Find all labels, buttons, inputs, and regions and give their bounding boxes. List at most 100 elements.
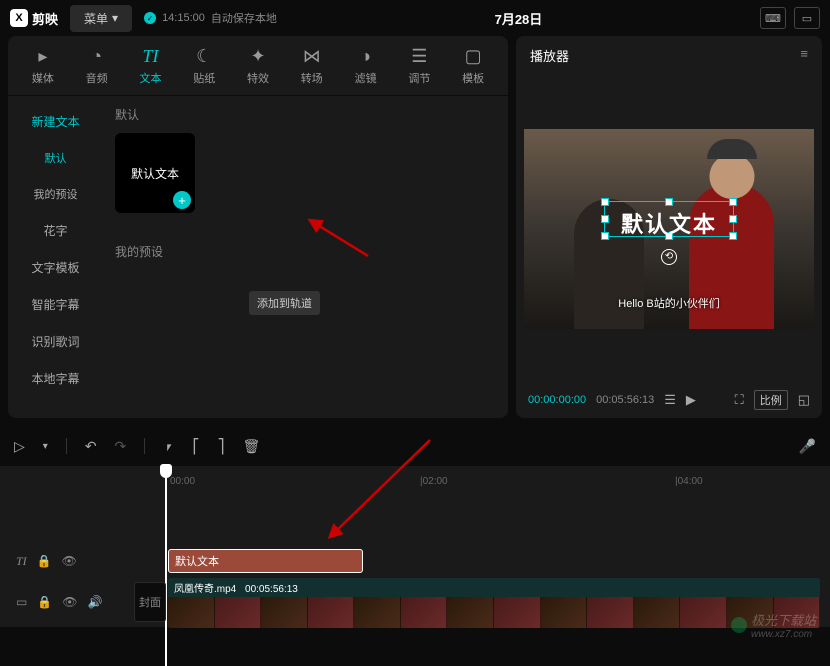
time-current: 00:00:00:00	[528, 394, 586, 406]
video-track-icon: ▭	[16, 595, 27, 609]
ruler-mark: |02:00	[420, 476, 448, 487]
time-total: 00:05:56:13	[596, 394, 654, 406]
section-preset-label: 我的预设	[115, 243, 496, 260]
player-title: 播放器	[530, 46, 569, 65]
tab-text[interactable]: TI文本	[124, 46, 178, 86]
video-frame: 默认文本 ⟲ Hello B站的小伙伴们	[524, 129, 814, 329]
sidebar-item-fancy[interactable]: 花字	[16, 213, 95, 248]
effects-icon: ✦	[250, 46, 265, 67]
watermark-icon	[731, 617, 747, 633]
video-thumbnails	[168, 597, 820, 628]
mic-icon[interactable]: 🎤	[799, 438, 816, 455]
sidebar-item-auto-caption[interactable]: 智能字幕	[16, 287, 95, 322]
text-icon: TI	[142, 46, 158, 67]
project-title: 7月28日	[289, 9, 748, 28]
player-viewport[interactable]: 默认文本 ⟲ Hello B站的小伙伴们	[516, 75, 822, 382]
subtitle-text: Hello B站的小伙伴们	[618, 295, 719, 311]
tab-audio[interactable]: ◔音频	[70, 46, 124, 86]
list-icon[interactable]: ☰	[664, 392, 676, 408]
watermark-url: www.xz7.com	[751, 629, 816, 640]
timeline-ruler[interactable]: 00:00 |02:00 |04:00	[0, 470, 830, 492]
player-controls: 00:00:00:00 00:05:56:13 ☰ ▶ ⛶ 比例 ◱	[516, 382, 822, 418]
fullscreen-icon[interactable]: ⛶	[735, 392, 744, 408]
default-text-card[interactable]: 默认文本 +	[115, 133, 195, 213]
timeline-toolbar: ▷ ▾ ↶ ↷ ⎖ ⎡ ⎤ 🗑 🎤	[0, 426, 830, 466]
menu-button[interactable]: 菜单 ▾	[70, 5, 132, 32]
lock-icon[interactable]: 🔒	[37, 554, 52, 568]
eye-icon[interactable]: 👁	[62, 554, 77, 568]
tab-transition[interactable]: ⋈转场	[285, 46, 339, 86]
save-text: 自动保存本地	[211, 10, 277, 26]
asset-tabs: ▸媒体 ◔音频 TI文本 ☾贴纸 ✦特效 ⋈转场 ◑滤镜 ☰调节 ▢模板	[8, 36, 508, 96]
select-tool[interactable]: ▷	[14, 438, 25, 455]
section-default-label: 默认	[115, 106, 496, 123]
timeline[interactable]: 00:00 |02:00 |04:00 TI 🔒 👁 默认文本 ▭ 🔒 👁 🔊 …	[0, 466, 830, 627]
sidebar-item-local-caption[interactable]: 本地字幕	[16, 361, 95, 396]
cover-button[interactable]: 封面	[134, 582, 166, 622]
app-logo: X 剪映	[10, 9, 58, 28]
add-to-track-button[interactable]: +	[173, 191, 191, 209]
split-tool[interactable]: ⎖	[163, 438, 174, 455]
ruler-mark: |04:00	[675, 476, 703, 487]
sidebar-item-lyrics[interactable]: 识别歌词	[16, 324, 95, 359]
media-icon: ▸	[38, 46, 47, 67]
layout-icon[interactable]: ▭	[794, 7, 820, 29]
export-icon[interactable]: ◱	[798, 392, 810, 408]
text-track-row: TI 🔒 👁	[0, 547, 830, 575]
ratio-button[interactable]: 比例	[754, 390, 788, 410]
trim-left-tool[interactable]: ⎡	[192, 438, 199, 455]
text-overlay[interactable]: 默认文本	[621, 207, 717, 239]
keyboard-icon[interactable]: ⌨	[760, 7, 786, 29]
sidebar-item-new-text[interactable]: 新建文本	[16, 104, 95, 139]
sticker-icon: ☾	[196, 46, 212, 67]
audio-icon: ◔	[91, 46, 102, 67]
video-clip-duration: 00:05:56:13	[245, 584, 298, 595]
chevron-down-icon: ▾	[112, 11, 118, 25]
tab-filter[interactable]: ◑滤镜	[339, 46, 393, 86]
menu-label: 菜单	[84, 10, 108, 27]
adjust-icon: ☰	[411, 46, 427, 67]
delete-tool[interactable]: 🗑	[242, 438, 260, 455]
tab-sticker[interactable]: ☾贴纸	[177, 46, 231, 86]
ruler-mark: 00:00	[170, 476, 195, 487]
select-dropdown-icon[interactable]: ▾	[43, 441, 48, 452]
text-track-icon: TI	[16, 554, 27, 569]
video-clip-name: 凤凰传奇.mp4	[174, 584, 236, 595]
assets-panel: ▸媒体 ◔音频 TI文本 ☾贴纸 ✦特效 ⋈转场 ◑滤镜 ☰调节 ▢模板 新建文…	[8, 36, 508, 418]
tab-media[interactable]: ▸媒体	[16, 46, 70, 86]
lock-icon[interactable]: 🔒	[37, 595, 52, 609]
player-menu-icon[interactable]: ≡	[800, 46, 808, 65]
watermark-text: 极光下载站	[751, 610, 816, 629]
filter-icon: ◑	[360, 46, 371, 67]
logo-icon: X	[10, 9, 28, 27]
text-clip-label: 默认文本	[175, 556, 219, 568]
player-panel: 播放器 ≡ 默认文本 ⟲ Hello B站的小伙伴们	[516, 36, 822, 418]
undo-button[interactable]: ↶	[85, 438, 97, 455]
sidebar-item-default[interactable]: 默认	[16, 141, 95, 175]
rotate-handle-icon[interactable]: ⟲	[661, 249, 677, 265]
trim-right-tool[interactable]: ⎤	[217, 438, 224, 455]
text-sidebar: 新建文本 默认 我的预设 花字 文字模板 智能字幕 识别歌词 本地字幕	[8, 96, 103, 418]
video-clip[interactable]: 凤凰传奇.mp4 00:05:56:13	[168, 578, 820, 628]
text-clip[interactable]: 默认文本	[168, 549, 363, 573]
check-icon: ✓	[144, 12, 156, 24]
sidebar-item-text-template[interactable]: 文字模板	[16, 250, 95, 285]
save-status: ✓ 14:15:00 自动保存本地	[144, 10, 277, 26]
sidebar-item-my-preset[interactable]: 我的预设	[16, 177, 95, 211]
transition-icon: ⋈	[303, 46, 321, 67]
eye-icon[interactable]: 👁	[62, 595, 77, 609]
tab-effects[interactable]: ✦特效	[231, 46, 285, 86]
play-button[interactable]: ▶	[686, 392, 696, 408]
app-name: 剪映	[32, 9, 58, 28]
text-content-area: 默认 默认文本 + 添加到轨道 我的预设	[103, 96, 508, 418]
watermark: 极光下载站 www.xz7.com	[731, 610, 816, 640]
card-text-label: 默认文本	[131, 165, 179, 182]
template-icon: ▢	[465, 46, 482, 67]
tab-template[interactable]: ▢模板	[446, 46, 500, 86]
redo-button[interactable]: ↷	[115, 438, 127, 455]
save-time: 14:15:00	[162, 12, 205, 24]
tooltip: 添加到轨道	[249, 291, 320, 315]
tab-adjust[interactable]: ☰调节	[392, 46, 446, 86]
topbar: X 剪映 菜单 ▾ ✓ 14:15:00 自动保存本地 7月28日 ⌨ ▭	[0, 0, 830, 36]
mute-icon[interactable]: 🔊	[88, 595, 103, 609]
